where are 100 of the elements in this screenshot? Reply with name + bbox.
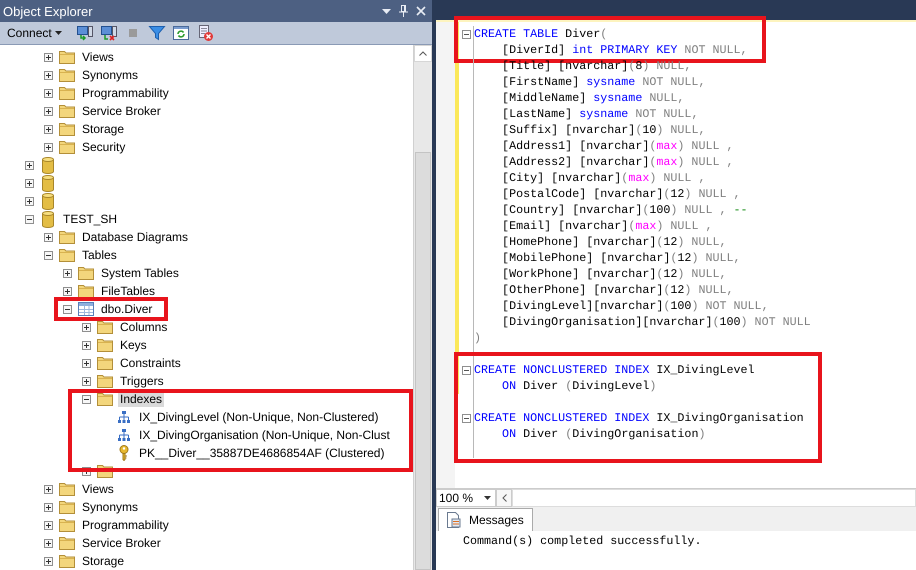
- expand-icon[interactable]: [63, 286, 72, 296]
- tree-item[interactable]: Programmability: [80, 85, 171, 101]
- tree-item[interactable]: Keys: [118, 337, 149, 353]
- zoom-dropdown[interactable]: 100 %: [436, 489, 496, 507]
- collapse-icon[interactable]: [44, 250, 53, 260]
- expand-icon[interactable]: [82, 340, 91, 350]
- collapse-icon[interactable]: [462, 366, 471, 374]
- server-disconnect-icon[interactable]: [100, 24, 118, 42]
- connect-button[interactable]: Connect: [4, 25, 65, 41]
- tree-item[interactable]: Triggers: [118, 373, 166, 389]
- expand-icon[interactable]: [44, 124, 53, 134]
- folder-icon: [97, 392, 113, 406]
- pin-icon[interactable]: [399, 5, 408, 17]
- tree-item[interactable]: Views: [80, 481, 116, 497]
- close-icon[interactable]: [416, 6, 426, 16]
- expand-icon[interactable]: [44, 70, 53, 80]
- folder-icon: [59, 50, 75, 64]
- tree-item[interactable]: Views: [80, 49, 116, 65]
- folder-icon: [59, 68, 75, 82]
- tree-item[interactable]: dbo.Diver: [99, 301, 154, 317]
- tree-item[interactable]: TEST_SH: [61, 211, 120, 227]
- tree-item[interactable]: Synonyms: [80, 67, 140, 83]
- dropdown-icon[interactable]: [382, 8, 391, 14]
- tree-item[interactable]: Tables: [80, 247, 119, 263]
- folder-icon: [59, 536, 75, 550]
- vertical-scrollbar[interactable]: [413, 45, 432, 570]
- expand-icon[interactable]: [44, 52, 53, 62]
- code-line: [Address2] [nvarchar](max) NULL ,: [501, 154, 734, 170]
- database-icon: [42, 192, 54, 210]
- collapse-icon[interactable]: [462, 414, 471, 422]
- expand-icon[interactable]: [63, 268, 72, 278]
- database-icon: [42, 210, 54, 228]
- code-line: [WorkPhone] [nvarchar](12) NULL,: [501, 266, 727, 282]
- tree-item[interactable]: PK__Diver__35887DE4686854AF (Clustered): [137, 445, 386, 461]
- expand-icon[interactable]: [44, 520, 53, 530]
- folder-icon: [59, 230, 75, 244]
- scrollbar-thumb[interactable]: [415, 152, 431, 570]
- collapse-icon[interactable]: [462, 30, 471, 38]
- tree-item[interactable]: Service Broker: [80, 103, 163, 119]
- scroll-left-button[interactable]: [496, 489, 512, 507]
- folder-icon: [59, 122, 75, 136]
- collapse-icon[interactable]: [82, 394, 91, 404]
- code-line: CREATE NONCLUSTERED INDEX IX_DivingOrganisation: [474, 410, 804, 426]
- code-line: [Address1] [nvarchar](max) NULL ,: [501, 138, 734, 154]
- expand-icon[interactable]: [44, 88, 53, 98]
- expand-icon[interactable]: [25, 196, 34, 206]
- folder-icon: [97, 320, 113, 334]
- code-line: [DivingLevel][nvarchar](100) NOT NULL,: [501, 298, 769, 314]
- horizontal-scrollbar[interactable]: [512, 489, 916, 507]
- folder-icon: [59, 140, 75, 154]
- tree-item[interactable]: Database Diagrams: [80, 229, 190, 245]
- expand-icon[interactable]: [44, 142, 53, 152]
- tree-item[interactable]: IX_DivingOrganisation (Non-Unique, Non-Clust: [137, 427, 392, 443]
- code-line: [FirstName] sysname NOT NULL,: [501, 74, 706, 90]
- chevron-up-icon: [419, 51, 427, 56]
- table-icon: [78, 302, 94, 316]
- folder-icon: [59, 482, 75, 496]
- expand-icon[interactable]: [44, 556, 53, 566]
- tree-item[interactable]: Service Broker: [80, 535, 163, 551]
- expand-icon[interactable]: [44, 106, 53, 116]
- scroll-up-button[interactable]: [414, 45, 432, 62]
- collapse-icon[interactable]: [25, 214, 34, 224]
- hierarchy-icon: [118, 411, 130, 423]
- expand-icon[interactable]: [44, 502, 53, 512]
- database-icon: [42, 156, 54, 174]
- expand-icon[interactable]: [25, 178, 34, 188]
- tree-item[interactable]: IX_DivingLevel (Non-Unique, Non-Clustered): [137, 409, 380, 425]
- tree-item[interactable]: System Tables: [99, 265, 181, 281]
- code-line: [City] [nvarchar](max) NULL ,: [501, 170, 706, 186]
- expand-icon[interactable]: [44, 232, 53, 242]
- collapse-icon[interactable]: [63, 304, 72, 314]
- message-text: Command(s) completed successfully.: [463, 534, 702, 548]
- tree-item[interactable]: Security: [80, 139, 128, 155]
- expand-icon[interactable]: [82, 322, 91, 332]
- tree-item[interactable]: Columns: [118, 319, 170, 335]
- server-connect-icon[interactable]: [76, 24, 94, 42]
- tree-item[interactable]: Constraints: [118, 355, 183, 371]
- filter-icon[interactable]: [148, 24, 166, 42]
- tree-item[interactable]: FileTables: [99, 283, 158, 299]
- expand-icon[interactable]: [25, 160, 34, 170]
- code-line: CREATE TABLE Diver(: [474, 26, 608, 42]
- expand-icon[interactable]: [82, 376, 91, 386]
- code-line: [MobilePhone] [nvarchar](12) NULL,: [501, 250, 741, 266]
- expand-icon[interactable]: [44, 484, 53, 494]
- code-line: [Suffix] [nvarchar](10) NULL,: [501, 122, 706, 138]
- expand-icon[interactable]: [44, 538, 53, 548]
- expand-icon[interactable]: [82, 358, 91, 368]
- folder-icon: [59, 86, 75, 100]
- code-line: ON Diver (DivingOrganisation): [501, 426, 706, 442]
- tree-item[interactable]: Storage: [80, 121, 126, 137]
- code-line: [LastName] sysname NOT NULL,: [501, 106, 698, 122]
- code-line: CREATE NONCLUSTERED INDEX IX_DivingLevel: [474, 362, 755, 378]
- tree-item[interactable]: Storage: [80, 553, 126, 569]
- caret-icon: [54, 31, 62, 35]
- tree-item[interactable]: Programmability: [80, 517, 171, 533]
- tree-item[interactable]: Synonyms: [80, 499, 140, 515]
- refresh-icon[interactable]: [172, 24, 190, 42]
- code-line: [OtherPhone] [nvarchar](12) NULL,: [501, 282, 734, 298]
- results-tab[interactable]: Messages: [438, 508, 533, 531]
- panel-title: Object Explorer: [3, 4, 94, 18]
